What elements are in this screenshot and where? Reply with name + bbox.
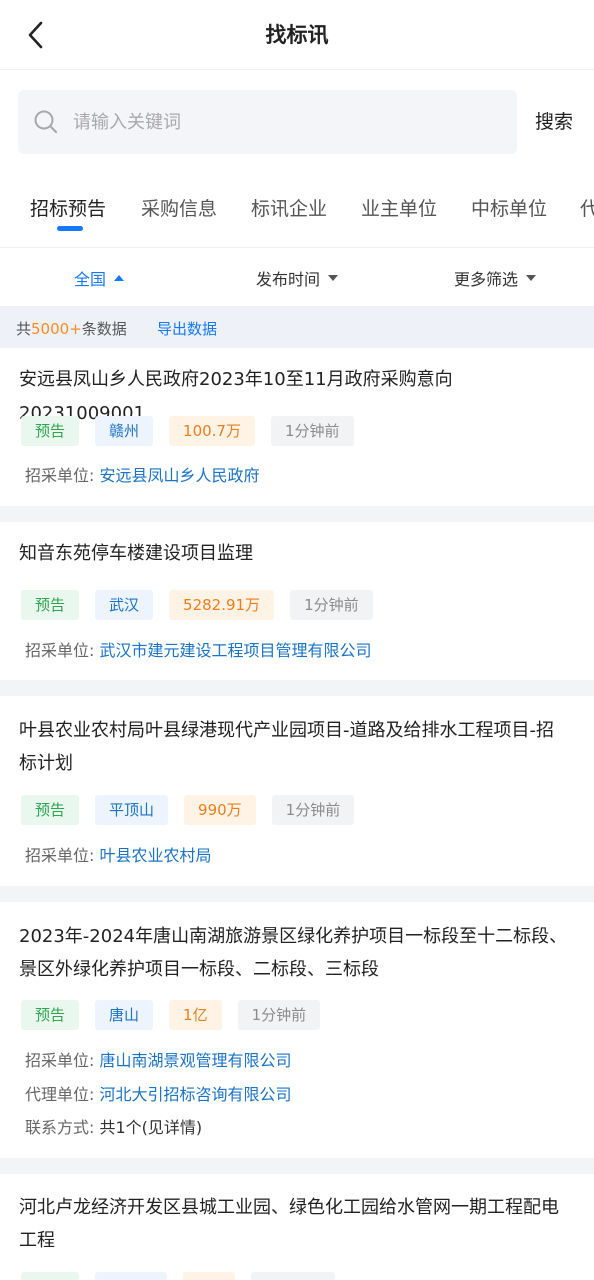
item-title-line-2: 工程: [19, 1230, 55, 1251]
region-tag: [95, 1272, 167, 1280]
item-title-line-1: 叶县农业农村局叶县绿港现代产业园项目-道路及给排水工程项目-招: [19, 720, 554, 741]
tab-procurement-info[interactable]: 采购信息: [141, 194, 217, 221]
count-prefix: 共: [16, 320, 32, 338]
region-tag: 唐山: [95, 1000, 154, 1030]
region-tag: 赣州: [95, 416, 154, 446]
publish-time-label: 发布时间: [256, 270, 321, 289]
agent-row: 代理单位: 河北大引招标咨询有限公司: [25, 1083, 292, 1107]
amount-tag: 100.7万: [169, 416, 255, 446]
tab-bid-preview[interactable]: 招标预告: [30, 194, 106, 221]
search-button[interactable]: 搜索: [535, 90, 573, 154]
tab-bid-companies[interactable]: 标讯企业: [251, 194, 327, 221]
purchaser-label: 招采单位:: [25, 641, 95, 660]
purchaser-label: 招采单位:: [25, 846, 95, 865]
region-tag: 平顶山: [95, 795, 169, 825]
caret-up-icon: [114, 275, 125, 281]
item-title-line-2: 标计划: [19, 753, 73, 774]
purchaser-row: 招采单位: 武汉市建元建设工程项目管理有限公司: [25, 639, 372, 663]
time-tag: 1分钟前: [237, 1000, 321, 1030]
result-summary: 共5000+条数据 导出数据: [0, 306, 594, 348]
item-tags: [21, 1272, 335, 1280]
item-title-line-1: 2023年-2024年唐山南湖旅游景区绿化养护项目一标段至十二标段、: [19, 926, 568, 947]
tab-owner-units[interactable]: 业主单位: [361, 194, 437, 221]
header: 找标讯: [0, 0, 594, 70]
purchaser-row: 招采单位: 唐山南湖景观管理有限公司: [25, 1049, 292, 1073]
tab-agency[interactable]: 代: [580, 194, 594, 221]
item-tags: 预告 平顶山 990万 1分钟前: [21, 795, 355, 825]
active-tab-indicator: [57, 226, 83, 231]
page-title: 找标讯: [265, 23, 329, 47]
type-tag: [21, 1272, 79, 1280]
contact-value[interactable]: 共1个(见详情): [100, 1118, 203, 1137]
list-item[interactable]: 2023年-2024年唐山南湖旅游景区绿化养护项目一标段至十二标段、 景区外绿化…: [0, 902, 594, 1158]
time-tag: 1分钟前: [290, 590, 373, 620]
time-tag: 1分钟前: [270, 416, 354, 446]
count-number: 5000+: [31, 320, 82, 338]
amount-tag: 990万: [184, 795, 256, 825]
agent-link[interactable]: 河北大引招标咨询有限公司: [100, 1085, 292, 1104]
type-tag: 预告: [21, 1000, 80, 1030]
item-title-line-2: 景区外绿化养护项目一标段、二标段、三标段: [19, 959, 379, 980]
amount-tag: 1亿: [169, 1000, 222, 1030]
purchaser-link[interactable]: 安远县凤山乡人民政府: [100, 466, 260, 485]
list-item[interactable]: 知音东苑停车楼建设项目监理 预告 武汉 5282.91万 1分钟前 招采单位: …: [0, 522, 594, 680]
result-count: 共5000+条数据: [16, 318, 127, 339]
item-tags: 预告 赣州 100.7万 1分钟前: [21, 416, 354, 446]
type-tag: 预告: [21, 416, 80, 446]
count-suffix: 条数据: [81, 320, 127, 338]
publish-time-filter[interactable]: 发布时间: [256, 266, 339, 290]
item-title: 知音东苑停车楼建设项目监理: [19, 543, 253, 564]
purchaser-link[interactable]: 武汉市建元建设工程项目管理有限公司: [100, 641, 372, 660]
more-filters-label: 更多筛选: [454, 270, 519, 289]
contact-label: 联系方式:: [25, 1118, 95, 1137]
region-filter-label: 全国: [74, 270, 107, 289]
agent-label: 代理单位:: [25, 1085, 95, 1104]
search-icon: [34, 110, 58, 134]
type-tag: 预告: [21, 795, 80, 825]
purchaser-link[interactable]: 唐山南湖景观管理有限公司: [100, 1051, 292, 1070]
purchaser-row: 招采单位: 叶县农业农村局: [25, 844, 212, 868]
amount-tag: [183, 1272, 235, 1280]
type-tag: 预告: [21, 590, 80, 620]
region-filter[interactable]: 全国: [74, 266, 125, 290]
purchaser-label: 招采单位:: [25, 1051, 95, 1070]
divider: [0, 680, 594, 696]
contact-row: 联系方式: 共1个(见详情): [25, 1116, 202, 1140]
divider: [0, 506, 594, 522]
region-tag: 武汉: [95, 590, 154, 620]
divider: [0, 1158, 594, 1174]
list-item[interactable]: 叶县农业农村局叶县绿港现代产业园项目-道路及给排水工程项目-招 标计划 预告 平…: [0, 696, 594, 886]
item-tags: 预告 武汉 5282.91万 1分钟前: [21, 590, 373, 620]
item-title-line-1: 河北卢龙经济开发区县城工业园、绿色化工园给水管网一期工程配电: [19, 1197, 559, 1218]
purchaser-label: 招采单位:: [25, 466, 95, 485]
more-filters[interactable]: 更多筛选: [454, 266, 537, 290]
purchaser-row: 招采单位: 安远县凤山乡人民政府: [25, 464, 260, 488]
export-data-link[interactable]: 导出数据: [157, 318, 217, 339]
time-tag: 1分钟前: [271, 795, 355, 825]
list-item[interactable]: 河北卢龙经济开发区县城工业园、绿色化工园给水管网一期工程配电 工程: [0, 1174, 594, 1280]
tab-winning-units[interactable]: 中标单位: [471, 194, 547, 221]
time-tag: [251, 1272, 335, 1280]
caret-down-icon: [328, 275, 339, 281]
purchaser-link[interactable]: 叶县农业农村局: [100, 846, 212, 865]
caret-down-icon: [526, 275, 537, 281]
category-tabs: 招标预告 采购信息 标讯企业 业主单位 中标单位 代: [0, 180, 594, 248]
filter-bar: 全国 发布时间 更多筛选: [0, 250, 594, 306]
item-tags: 预告 唐山 1亿 1分钟前: [21, 1000, 321, 1030]
amount-tag: 5282.91万: [169, 590, 275, 620]
search-input[interactable]: [73, 90, 493, 154]
divider: [0, 886, 594, 902]
list-item[interactable]: 安远县凤山乡人民政府2023年10至11月政府采购意向20231009001 预…: [0, 348, 594, 506]
search-box[interactable]: [18, 90, 517, 154]
search-bar: 搜索: [18, 90, 594, 154]
